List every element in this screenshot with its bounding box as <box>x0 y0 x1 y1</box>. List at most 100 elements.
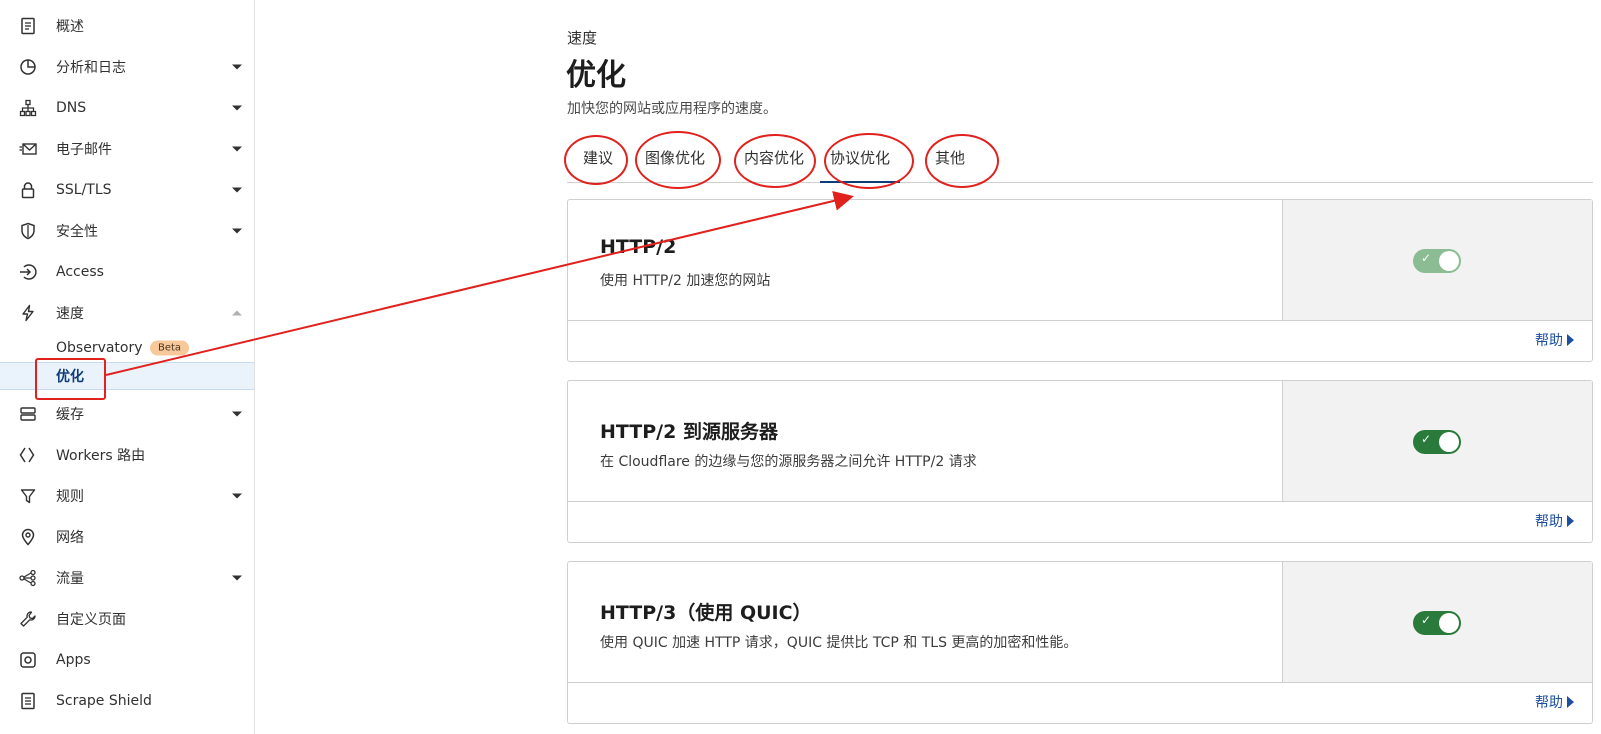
sidebar-item-workers[interactable]: Workers 路由 <box>0 435 254 475</box>
sidebar-subitem-label: Observatory <box>56 340 143 356</box>
sidebar-item-speed[interactable]: 速度 <box>0 293 254 333</box>
sidebar-item-traffic[interactable]: 流量 <box>0 558 254 598</box>
page-description: 加快您的网站或应用程序的速度。 <box>567 101 777 117</box>
sidebar-item-overview[interactable]: 概述 <box>0 6 254 46</box>
breadcrumb[interactable]: 速度 <box>567 27 597 48</box>
chevron-down-icon[interactable] <box>232 228 242 234</box>
sidebar-item-access[interactable]: Access <box>0 252 254 292</box>
sidebar-item-label: 流量 <box>56 571 84 587</box>
sidebar-item-label: 网络 <box>56 530 84 546</box>
sidebar-item-label: 自定义页面 <box>56 612 126 628</box>
pie-chart-icon <box>19 58 37 76</box>
sidebar-item-label: Access <box>56 264 104 280</box>
sidebar-item-label: 速度 <box>56 306 84 322</box>
funnel-icon <box>19 487 37 505</box>
sidebar-item-label: 概述 <box>56 19 84 35</box>
lightning-icon <box>19 304 37 322</box>
sidebar-item-email[interactable]: 电子邮件 <box>0 129 254 169</box>
card-title: HTTP/3（使用 QUIC） <box>600 602 812 624</box>
access-icon <box>19 263 37 281</box>
sidebar-item-label: 缓存 <box>56 407 84 423</box>
chevron-up-icon[interactable] <box>232 310 242 316</box>
sidebar-item-analytics[interactable]: 分析和日志 <box>0 47 254 87</box>
sidebar-item-label: Scrape Shield <box>56 693 152 709</box>
annotation-ellipse <box>635 131 721 189</box>
storage-icon <box>19 405 37 423</box>
chevron-down-icon[interactable] <box>232 64 242 70</box>
sidebar-item-ssl[interactable]: SSL/TLS <box>0 170 254 210</box>
workers-icon <box>19 446 37 464</box>
sidebar-item-label: Workers 路由 <box>56 448 146 464</box>
toggle-knob <box>1439 613 1459 633</box>
caret-right-icon <box>1567 696 1574 708</box>
lock-icon <box>19 181 37 199</box>
sidebar-item-apps[interactable]: Apps <box>0 640 254 680</box>
traffic-icon <box>19 569 37 587</box>
http2-toggle[interactable]: ✓ <box>1413 249 1461 273</box>
help-link[interactable]: 帮助 <box>1535 511 1574 531</box>
help-link[interactable]: 帮助 <box>1535 692 1574 712</box>
http2-origin-toggle[interactable]: ✓ <box>1413 430 1461 454</box>
card-body: HTTP/2 到源服务器 在 Cloudflare 的边缘与您的源服务器之间允许… <box>568 381 1283 502</box>
card-title: HTTP/2 到源服务器 <box>600 421 778 443</box>
annotation-ellipse <box>734 134 816 188</box>
card-description: 使用 QUIC 加速 HTTP 请求，QUIC 提供比 TCP 和 TLS 更高… <box>600 635 1078 651</box>
check-icon: ✓ <box>1421 251 1432 265</box>
card-title: HTTP/2 <box>600 236 677 258</box>
help-label: 帮助 <box>1535 514 1563 530</box>
caret-right-icon <box>1567 515 1574 527</box>
caret-right-icon <box>1567 334 1574 346</box>
sidebar-item-label: SSL/TLS <box>56 182 112 198</box>
card-control-panel: ✓ <box>1283 200 1592 321</box>
wrench-icon <box>19 610 37 628</box>
annotation-ellipse <box>564 135 628 185</box>
help-label: 帮助 <box>1535 333 1563 349</box>
sidebar-item-custom-pages[interactable]: 自定义页面 <box>0 599 254 639</box>
sidebar-item-label: Apps <box>56 652 91 668</box>
sidebar-item-network[interactable]: 网络 <box>0 517 254 557</box>
card-control-panel: ✓ <box>1283 381 1592 502</box>
setting-card-http2: HTTP/2 使用 HTTP/2 加速您的网站 ✓ 帮助 <box>567 199 1593 362</box>
beta-badge: Beta <box>150 340 190 356</box>
sidebar-item-label: 分析和日志 <box>56 60 126 76</box>
sidebar-item-label: 电子邮件 <box>56 142 112 158</box>
document-icon <box>19 17 37 35</box>
email-icon <box>19 140 37 158</box>
shield-icon <box>19 222 37 240</box>
setting-card-http2-origin: HTTP/2 到源服务器 在 Cloudflare 的边缘与您的源服务器之间允许… <box>567 380 1593 543</box>
chevron-down-icon[interactable] <box>232 187 242 193</box>
page-title: 优化 <box>566 58 626 93</box>
sidebar-item-rules[interactable]: 规则 <box>0 476 254 516</box>
toggle-knob <box>1439 251 1459 271</box>
card-body: HTTP/2 使用 HTTP/2 加速您的网站 <box>568 200 1283 321</box>
annotation-ellipse <box>824 133 914 189</box>
chevron-down-icon[interactable] <box>232 105 242 111</box>
sidebar-item-label: DNS <box>56 100 87 116</box>
location-pin-icon <box>19 528 37 546</box>
apps-icon <box>19 651 37 669</box>
card-description: 在 Cloudflare 的边缘与您的源服务器之间允许 HTTP/2 请求 <box>600 454 977 470</box>
chevron-down-icon[interactable] <box>232 575 242 581</box>
network-icon <box>19 99 37 117</box>
sidebar-item-dns[interactable]: DNS <box>0 88 254 128</box>
sidebar-item-security[interactable]: 安全性 <box>0 211 254 251</box>
card-body: HTTP/3（使用 QUIC） 使用 QUIC 加速 HTTP 请求，QUIC … <box>568 562 1283 683</box>
sidebar-item-scrape-shield[interactable]: Scrape Shield <box>0 681 254 721</box>
chevron-down-icon[interactable] <box>232 411 242 417</box>
help-label: 帮助 <box>1535 695 1563 711</box>
sidebar-item-label: 规则 <box>56 489 84 505</box>
setting-card-http3: HTTP/3（使用 QUIC） 使用 QUIC 加速 HTTP 请求，QUIC … <box>567 561 1593 724</box>
help-link[interactable]: 帮助 <box>1535 330 1574 350</box>
sidebar-item-label: 安全性 <box>56 224 98 240</box>
card-description: 使用 HTTP/2 加速您的网站 <box>600 273 771 289</box>
scrape-shield-icon <box>19 692 37 710</box>
http3-toggle[interactable]: ✓ <box>1413 611 1461 635</box>
chevron-down-icon[interactable] <box>232 146 242 152</box>
card-control-panel: ✓ <box>1283 562 1592 683</box>
check-icon: ✓ <box>1421 432 1432 446</box>
sidebar-item-caching[interactable]: 缓存 <box>0 394 254 434</box>
annotation-ellipse <box>925 134 999 188</box>
check-icon: ✓ <box>1421 613 1432 627</box>
chevron-down-icon[interactable] <box>232 493 242 499</box>
toggle-knob <box>1439 432 1459 452</box>
